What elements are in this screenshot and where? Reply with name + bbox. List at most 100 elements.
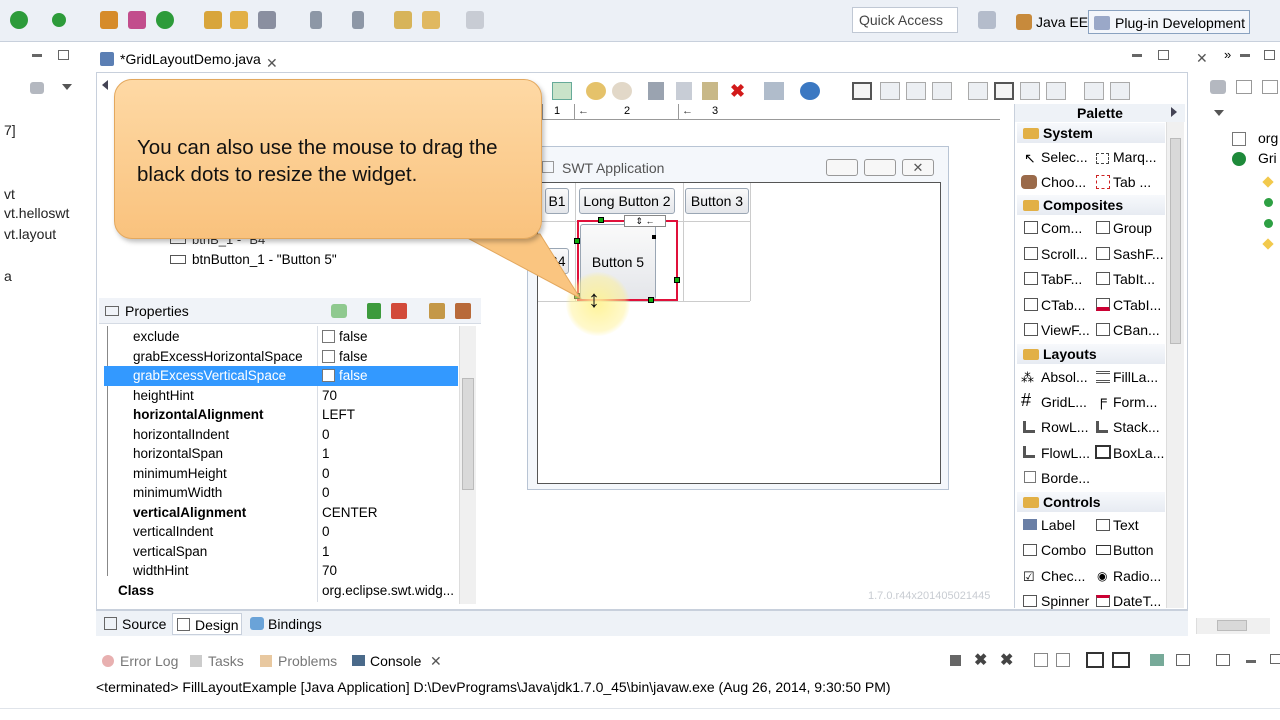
align-left-icon[interactable] [852, 82, 872, 100]
property-row-halign[interactable]: horizontalAlignment LEFT [104, 405, 458, 425]
align-center-v-icon[interactable] [994, 82, 1014, 100]
delete-icon[interactable]: ✖ [730, 82, 750, 100]
maximize-icon[interactable] [1270, 654, 1280, 664]
redo-icon[interactable] [612, 82, 632, 100]
outline-item[interactable]: Gri [1258, 150, 1277, 166]
window-maximize-icon[interactable] [864, 159, 896, 176]
property-row-minwidth[interactable]: minimumWidth 0 [104, 483, 458, 503]
minimize-icon[interactable] [1240, 54, 1250, 57]
properties-scrollbar[interactable] [459, 326, 476, 604]
pin-console-icon[interactable] [1150, 654, 1164, 666]
tab-source[interactable]: Source [100, 613, 170, 635]
outline-hscrollbar[interactable] [1196, 618, 1270, 634]
clear-console-icon[interactable] [1034, 653, 1048, 667]
run-icon[interactable] [10, 11, 28, 29]
collapse-all-icon[interactable] [1262, 80, 1278, 94]
sort-icon[interactable] [1236, 80, 1252, 94]
property-row-minheight[interactable]: minimumHeight 0 [104, 464, 458, 484]
swt-button-b1[interactable]: B1 [545, 188, 569, 214]
maximize-icon[interactable] [58, 50, 69, 60]
palette-category-controls[interactable]: Controls [1017, 492, 1165, 512]
palette-collapse-icon[interactable] [1171, 107, 1177, 117]
property-row-grab-v[interactable]: grabExcessVerticalSpace false [104, 366, 458, 386]
display-console-icon[interactable] [1176, 654, 1190, 666]
window-minimize-icon[interactable] [826, 159, 858, 176]
explorer-item[interactable]: vt.layout [4, 226, 56, 242]
copy-icon[interactable] [676, 82, 692, 100]
property-row-heighthint[interactable]: heightHint 70 [104, 386, 458, 406]
palette-scrollbar[interactable] [1166, 122, 1184, 608]
maximize-icon[interactable] [1264, 50, 1275, 60]
tab-console[interactable]: Console ✕ [350, 650, 442, 672]
tab-bindings[interactable]: Bindings [246, 613, 330, 635]
explorer-item[interactable]: a [4, 268, 12, 284]
view-menu-icon[interactable] [1214, 110, 1224, 116]
checkbox[interactable] [322, 330, 335, 343]
palette-category-system[interactable]: System [1017, 123, 1165, 143]
property-row-hindent[interactable]: horizontalIndent 0 [104, 425, 458, 445]
editor-tab-gridlayoutdemo[interactable]: *GridLayoutDemo.java ✕ [96, 46, 286, 72]
quick-access-input[interactable]: Quick Access [852, 7, 958, 33]
explorer-item[interactable]: 7] [4, 122, 16, 138]
show-on-error-icon[interactable] [1112, 652, 1130, 668]
refresh-icon[interactable] [552, 82, 572, 100]
property-row-valign[interactable]: verticalAlignment CENTER [104, 503, 458, 523]
fill-h-icon[interactable] [932, 82, 952, 100]
open-type-icon[interactable] [204, 11, 222, 29]
minimize-icon[interactable] [1246, 660, 1256, 663]
maximize-icon[interactable] [1158, 50, 1169, 60]
tree-item-button5[interactable]: btnButton_1 - "Button 5" [168, 252, 337, 267]
checkbox[interactable] [322, 369, 335, 382]
swt-button-long-button-2[interactable]: Long Button 2 [579, 188, 675, 214]
scrollbar-thumb[interactable] [462, 378, 474, 490]
tab-design[interactable]: Design [172, 613, 242, 635]
property-row-vindent[interactable]: verticalIndent 0 [104, 522, 458, 542]
tools-icon[interactable] [258, 11, 276, 29]
overflow-icon[interactable]: » [1224, 47, 1231, 62]
view-menu-icon[interactable] [62, 84, 72, 90]
tab-tasks[interactable]: Tasks [188, 650, 244, 672]
align-top-icon[interactable] [968, 82, 988, 100]
link-editor-icon[interactable] [30, 82, 44, 94]
debug-icon[interactable] [52, 13, 66, 27]
resize-handle[interactable] [674, 277, 680, 283]
open-console-icon[interactable] [1216, 654, 1230, 666]
undo-icon[interactable] [586, 82, 606, 100]
scrollbar-thumb[interactable] [1170, 138, 1181, 344]
resize-handle[interactable] [648, 297, 654, 303]
perspective-plugin-development[interactable]: Plug-in Development [1088, 10, 1250, 34]
remove-all-icon[interactable]: ✖ [1000, 650, 1013, 670]
back-arrow-icon[interactable] [422, 11, 440, 29]
remove-launch-icon[interactable]: ✖ [974, 650, 987, 670]
cut-icon[interactable] [648, 82, 664, 100]
test-gui-icon[interactable] [764, 82, 784, 100]
forward-arrow-icon[interactable] [466, 11, 484, 29]
play-icon[interactable] [1084, 82, 1104, 100]
swt-button-3[interactable]: Button 3 [685, 188, 749, 214]
palette-category-composites[interactable]: Composites [1017, 195, 1165, 215]
palette-category-layouts[interactable]: Layouts [1017, 344, 1165, 364]
tab-problems[interactable]: Problems [258, 650, 337, 672]
close-icon[interactable]: ✕ [1196, 50, 1208, 67]
align-center-h-icon[interactable] [880, 82, 900, 100]
minimize-icon[interactable] [32, 54, 42, 57]
property-row-widthhint[interactable]: widthHint 70 [104, 561, 458, 581]
property-row-grab-h[interactable]: grabExcessHorizontalSpace false [104, 347, 458, 367]
open-perspective-icon[interactable] [978, 11, 996, 29]
scroll-lock-icon[interactable] [1056, 653, 1070, 667]
align-bottom-icon[interactable] [1020, 82, 1040, 100]
fill-v-icon[interactable] [1046, 82, 1066, 100]
last-edit-icon[interactable] [394, 11, 412, 29]
property-row-class[interactable]: Class org.eclipse.swt.widg... [104, 581, 458, 601]
explorer-item[interactable]: vt.helloswt [4, 205, 69, 221]
resize-handle[interactable] [598, 217, 604, 223]
scrollbar-thumb[interactable] [1217, 620, 1247, 631]
preview-globe-icon[interactable] [800, 82, 820, 100]
collapse-arrow-icon[interactable] [102, 80, 108, 90]
new-wizard-icon[interactable] [100, 11, 118, 29]
dropdown-icon[interactable] [1110, 82, 1130, 100]
terminate-icon[interactable] [950, 655, 961, 666]
show-on-output-icon[interactable] [1086, 652, 1104, 668]
open-folder-icon[interactable] [230, 11, 248, 29]
next-annotation-icon[interactable] [310, 11, 322, 29]
